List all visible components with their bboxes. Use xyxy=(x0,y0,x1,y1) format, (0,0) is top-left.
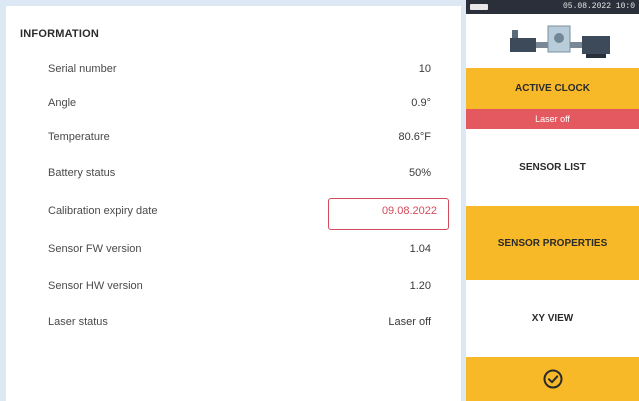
side-panel: 05.08.2022 10:0 ACTIVE CLOCK Laser off S… xyxy=(466,0,639,401)
row-value: Laser off xyxy=(388,316,431,328)
status-bar: 05.08.2022 10:0 xyxy=(466,0,639,14)
sensor-list-label: SENSOR LIST xyxy=(519,162,586,173)
row-label: Serial number xyxy=(48,63,117,75)
information-panel: INFORMATION Serial number 10 Angle 0.9° … xyxy=(6,6,461,401)
sensor-properties-button[interactable]: SENSOR PROPERTIES xyxy=(466,206,639,280)
row-label: Temperature xyxy=(48,131,110,143)
info-row-battery-status: Battery status 50% xyxy=(6,162,461,186)
xy-view-label: XY VIEW xyxy=(531,313,574,324)
info-row-serial-number: Serial number 10 xyxy=(6,58,461,82)
row-label: Sensor FW version xyxy=(48,243,142,255)
row-label: Sensor HW version xyxy=(48,280,143,292)
information-title: INFORMATION xyxy=(20,28,99,40)
info-row-sensor-hw-version: Sensor HW version 1.20 xyxy=(6,275,461,299)
row-value: 50% xyxy=(408,167,431,179)
row-label: Battery status xyxy=(48,167,116,179)
laser-status-label: Laser off xyxy=(535,114,570,124)
confirm-button[interactable] xyxy=(466,357,639,401)
row-value: 80.6°F xyxy=(398,131,431,143)
row-value: 09.08.2022 xyxy=(381,205,437,217)
sensor-properties-label: SENSOR PROPERTIES xyxy=(497,237,608,249)
info-row-calibration-expiry-date: Calibration expiry date 09.08.2022 xyxy=(6,198,461,230)
check-circle-icon xyxy=(543,369,562,389)
info-row-temperature: Temperature 80.6°F xyxy=(6,126,461,150)
status-time: 05.08.2022 10:0 xyxy=(562,2,635,11)
notification-icon xyxy=(470,4,488,10)
laser-status-bar: Laser off xyxy=(466,109,639,129)
coupled-machines-icon xyxy=(510,25,610,58)
row-label: Laser status xyxy=(48,316,108,328)
sensor-list-button[interactable]: SENSOR LIST xyxy=(466,129,639,206)
xy-view-button[interactable]: XY VIEW xyxy=(466,280,639,357)
row-value: 10 xyxy=(418,63,431,75)
row-label: Calibration expiry date xyxy=(48,205,158,217)
active-clock-button[interactable]: ACTIVE CLOCK xyxy=(466,68,639,109)
info-row-angle: Angle 0.9° xyxy=(6,92,461,116)
active-clock-label: ACTIVE CLOCK xyxy=(515,83,590,94)
info-row-laser-status: Laser status Laser off xyxy=(6,311,461,335)
row-value: 0.9° xyxy=(411,97,431,109)
row-value: 1.04 xyxy=(409,243,431,255)
machine-image xyxy=(466,14,639,68)
info-row-sensor-fw-version: Sensor FW version 1.04 xyxy=(6,238,461,262)
row-label: Angle xyxy=(48,97,77,109)
row-value: 1.20 xyxy=(409,280,431,292)
